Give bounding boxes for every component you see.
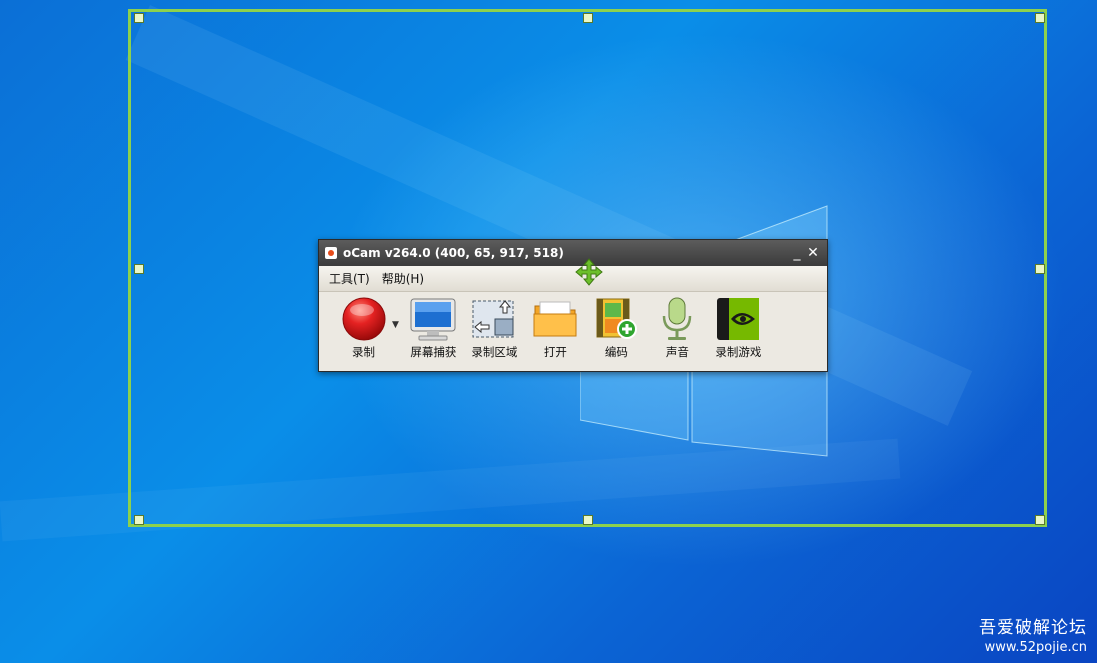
ocam-window: oCam v264.0 (400, 65, 917, 518) _ ✕ 工具(T… (318, 239, 828, 372)
app-icon (325, 247, 337, 259)
menu-bar: 工具(T) 帮助(H) (319, 266, 827, 292)
window-title: oCam v264.0 (400, 65, 917, 518) (343, 246, 564, 260)
game-record-label: 录制游戏 (715, 345, 762, 359)
title-bar[interactable]: oCam v264.0 (400, 65, 917, 518) _ ✕ (319, 240, 827, 266)
monitor-icon (410, 298, 456, 341)
menu-tools[interactable]: 工具(T) (329, 270, 370, 287)
watermark-name: 吾爱破解论坛 (979, 618, 1087, 638)
record-area-label: 录制区域 (471, 345, 518, 359)
microphone-icon (663, 297, 692, 340)
close-button[interactable]: ✕ (805, 245, 821, 261)
resize-handle-bottom-left[interactable] (134, 515, 144, 525)
move-icon[interactable] (575, 258, 603, 286)
resize-handle-top[interactable] (583, 13, 593, 23)
watermark-url: www.52pojie.cn (984, 640, 1087, 655)
film-icon (596, 298, 638, 339)
sound-button[interactable]: 声音 (647, 296, 708, 360)
resize-handle-left[interactable] (134, 264, 144, 274)
sound-label: 声音 (665, 345, 689, 359)
screen-capture-button[interactable]: 屏幕捕获 (403, 296, 464, 360)
record-dropdown-arrow[interactable]: ▼ (392, 320, 399, 330)
watermark: 吾爱破解论坛 www.52pojie.cn (979, 613, 1087, 655)
resize-handle-top-left[interactable] (134, 13, 144, 23)
game-icon (717, 298, 760, 340)
minimize-button[interactable]: _ (789, 245, 805, 261)
toolbar: 录制 ▼ 屏幕捕获 录制区域 打开 编码 声音 录制游戏 (319, 292, 827, 370)
record-label: 录制 (352, 345, 375, 359)
folder-icon (533, 301, 577, 337)
screen-capture-label: 屏幕捕获 (410, 345, 457, 359)
resize-handle-bottom[interactable] (583, 515, 593, 525)
record-area-button[interactable]: 录制区域 (464, 296, 525, 360)
game-record-button[interactable]: 录制游戏 (708, 296, 769, 360)
resize-handle-top-right[interactable] (1035, 13, 1045, 23)
codec-label: 编码 (604, 345, 628, 359)
resize-handle-bottom-right[interactable] (1035, 515, 1045, 525)
menu-help[interactable]: 帮助(H) (382, 270, 424, 287)
open-button[interactable]: 打开 (525, 296, 586, 360)
open-label: 打开 (543, 345, 567, 359)
resize-handle-right[interactable] (1035, 264, 1045, 274)
codec-button[interactable]: 编码 (586, 296, 647, 360)
area-icon (472, 300, 514, 338)
record-icon (342, 297, 385, 341)
record-button[interactable]: 录制 (333, 296, 394, 360)
